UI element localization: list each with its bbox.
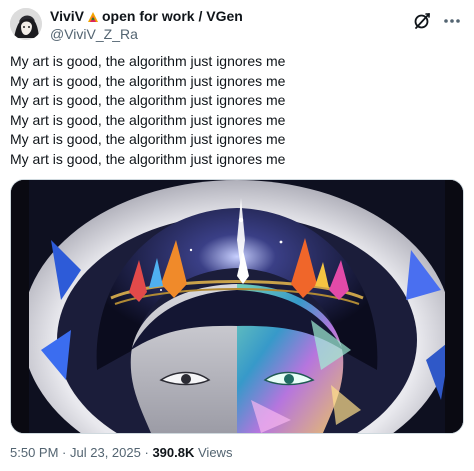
views-count: 390.8K — [152, 445, 195, 460]
display-name-suffix: open for work / VGen — [102, 8, 243, 24]
author-block: ViviV open for work / VGen @ViviV_Z_Ra — [50, 8, 414, 43]
post-line: My art is good, the algorithm just ignor… — [10, 53, 286, 69]
post-line: My art is good, the algorithm just ignor… — [10, 72, 286, 89]
palette-emoji-icon — [86, 10, 100, 24]
display-name[interactable]: ViviV open for work / VGen — [50, 8, 414, 25]
avatar[interactable] — [10, 8, 42, 40]
grok-icon — [414, 13, 430, 29]
post-line: My art is good, the algorithm just ignor… — [10, 150, 286, 167]
display-name-prefix: ViviV — [50, 8, 84, 24]
grok-button[interactable] — [412, 11, 432, 31]
handle[interactable]: @ViviV_Z_Ra — [50, 26, 414, 43]
meta-separator: · — [144, 445, 149, 460]
more-button[interactable] — [442, 11, 462, 31]
post-time[interactable]: 5:50 PM — [10, 445, 58, 460]
post-line: My art is good, the algorithm just ignor… — [10, 92, 286, 109]
more-icon — [444, 19, 460, 23]
post-date[interactable]: Jul 23, 2025 — [70, 445, 141, 460]
post: ViviV open for work / VGen @ViviV_Z_Ra M… — [0, 0, 474, 471]
post-line: My art is good, the algorithm just ignor… — [10, 131, 286, 148]
views-label: Views — [198, 445, 233, 460]
meta-separator: · — [62, 445, 67, 460]
post-text: My art is good, the algorithm just ignor… — [10, 52, 450, 170]
post-line: My art is good, the algorithm just ignor… — [10, 111, 286, 128]
post-image[interactable] — [10, 179, 464, 434]
post-meta: 5:50 PM · Jul 23, 2025 · 390.8K Views — [10, 445, 232, 461]
